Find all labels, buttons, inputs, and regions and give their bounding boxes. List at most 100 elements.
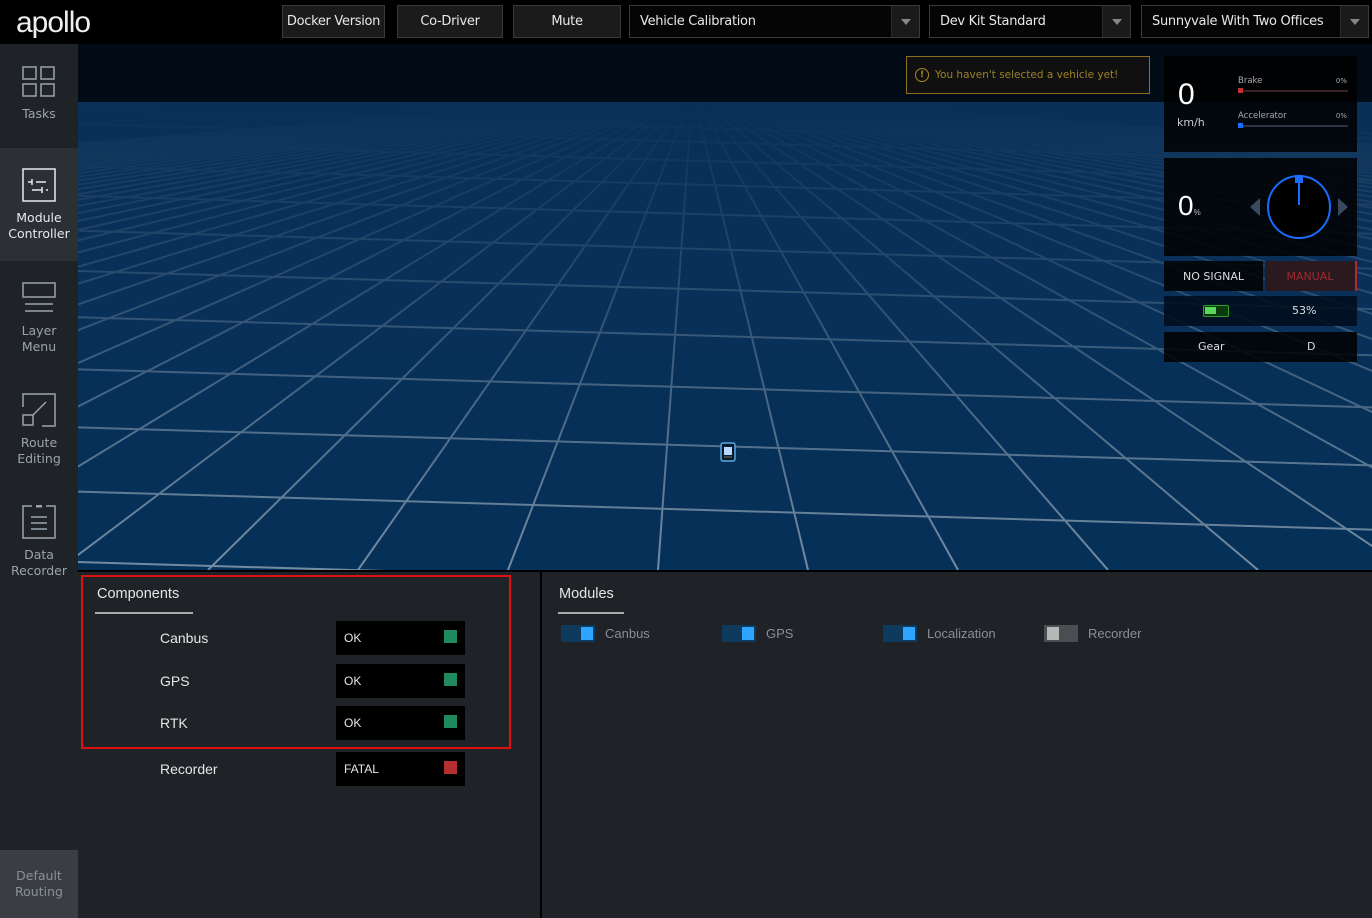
mode-select[interactable]: Vehicle Calibration [629, 5, 920, 38]
brake-percent: 0% [1335, 77, 1347, 85]
status-indicator [444, 673, 457, 686]
docker-version-button[interactable]: Docker Version [282, 5, 385, 38]
component-status: OK [336, 706, 465, 740]
turn-left-icon [1250, 198, 1260, 216]
component-status-text: OK [344, 631, 362, 645]
module-toggle[interactable] [883, 624, 917, 642]
module-label: Canbus [605, 625, 650, 641]
signal-status: NO SIGNAL [1164, 261, 1263, 291]
component-status-text: OK [344, 674, 362, 688]
component-status: OK [336, 621, 465, 655]
default-routing-label: Routing [15, 884, 63, 899]
gear-row: Gear D [1164, 332, 1357, 362]
brake-label: Brake [1238, 76, 1263, 86]
sliders-icon [22, 168, 56, 202]
scene-view[interactable]: ! You haven't selected a vehicle yet! 0 … [78, 44, 1372, 570]
speed-value: 0 [1178, 78, 1195, 111]
apollo-logo: apollo [16, 6, 91, 39]
component-status: FATAL [336, 752, 465, 786]
components-title: Components [97, 586, 180, 602]
steering-unit: % [1193, 208, 1201, 217]
component-name: RTK [160, 715, 188, 731]
status-indicator [444, 761, 457, 774]
steering-panel: 0% [1164, 158, 1357, 256]
status-indicator [444, 715, 457, 728]
component-row: GPS OK [78, 664, 540, 698]
brake-bar [1238, 90, 1348, 92]
co-driver-button[interactable]: Co-Driver [397, 5, 503, 38]
bottom-panels: Components Canbus OK GPS OK RTK OK Recor… [78, 570, 1372, 918]
chevron-down-icon[interactable] [1102, 6, 1130, 37]
accelerator-label: Accelerator [1238, 111, 1287, 121]
map-select[interactable]: Sunnyvale With Two Offices [1141, 5, 1369, 38]
component-row: Canbus OK [78, 621, 540, 655]
chevron-down-icon[interactable] [1340, 6, 1368, 37]
module-label: GPS [766, 625, 794, 641]
component-status-text: FATAL [344, 762, 379, 776]
modules-panel: Modules Canbus GPS Localization Recorder [542, 572, 1372, 918]
gear-value: D [1307, 340, 1316, 353]
drive-mode-status: MANUAL [1265, 261, 1357, 291]
components-underline [95, 612, 193, 614]
sidebar-item-label: Editing [17, 451, 61, 466]
default-routing-button[interactable]: Default Routing [0, 850, 78, 918]
sidebar-item-data-recorder[interactable]: Data Recorder [0, 485, 78, 597]
speed-unit: km/h [1177, 116, 1205, 129]
module-item: Recorder [1044, 624, 1141, 642]
steering-number: 0 [1178, 190, 1194, 221]
sidebar-item-layer-menu[interactable]: Layer Menu [0, 261, 78, 373]
clipboard-icon [22, 504, 56, 539]
accelerator-percent: 0% [1335, 112, 1347, 120]
sidebar-item-module-controller[interactable]: Module Controller [0, 148, 78, 261]
component-status-text: OK [344, 716, 362, 730]
vehicle-select-value: Dev Kit Standard [940, 14, 1046, 29]
warning-icon: ! [915, 68, 929, 82]
gear-label: Gear [1198, 340, 1225, 353]
sidebar-item-tasks[interactable]: Tasks [0, 44, 78, 156]
component-row: Recorder FATAL [78, 752, 540, 786]
battery-percent: 53% [1292, 304, 1317, 317]
top-bar: apollo Docker Version Co-Driver Mute Veh… [0, 0, 1372, 44]
sidebar: Tasks Module Controller Layer Menu Route… [0, 44, 78, 918]
ego-vehicle-icon [720, 442, 736, 462]
chevron-down-icon[interactable] [891, 6, 919, 37]
modules-title: Modules [559, 586, 614, 602]
sidebar-item-label: Controller [8, 226, 70, 241]
component-name: Recorder [160, 761, 218, 777]
modules-underline [558, 612, 624, 614]
layers-icon [22, 281, 56, 315]
component-name: GPS [160, 673, 190, 689]
route-icon [22, 393, 56, 427]
brake-indicator [1238, 88, 1243, 93]
battery-row: 53% [1164, 296, 1357, 326]
sidebar-item-label: Module [16, 210, 62, 225]
status-indicator [444, 630, 457, 643]
component-status: OK [336, 664, 465, 698]
module-toggle[interactable] [561, 624, 595, 642]
grid-icon [22, 64, 56, 98]
sidebar-item-label: Layer [21, 323, 57, 338]
speed-panel: 0 km/h Brake 0% Accelerator 0% [1164, 56, 1357, 152]
sidebar-item-label: Route [20, 435, 58, 450]
module-item: GPS [722, 624, 793, 642]
mute-button[interactable]: Mute [513, 5, 621, 38]
signal-row: NO SIGNAL MANUAL [1164, 261, 1357, 291]
module-toggle[interactable] [1044, 624, 1078, 642]
map-select-value: Sunnyvale With Two Offices [1152, 14, 1324, 29]
default-routing-label: Default [16, 868, 62, 883]
component-row: RTK OK [78, 706, 540, 740]
module-toggle[interactable] [722, 624, 756, 642]
vehicle-warning-banner: ! You haven't selected a vehicle yet! [906, 56, 1150, 94]
components-panel: Components Canbus OK GPS OK RTK OK Recor… [78, 572, 540, 918]
sidebar-item-route-editing[interactable]: Route Editing [0, 373, 78, 485]
sidebar-item-label: Recorder [10, 563, 68, 578]
warning-text: You haven't selected a vehicle yet! [935, 69, 1119, 81]
sidebar-item-label: Data [24, 547, 54, 562]
accelerator-indicator [1238, 123, 1243, 128]
accelerator-bar [1238, 125, 1348, 127]
vehicle-select[interactable]: Dev Kit Standard [929, 5, 1131, 38]
component-name: Canbus [160, 630, 209, 646]
module-label: Localization [927, 625, 996, 641]
module-item: Localization [883, 624, 996, 642]
steering-value: 0% [1178, 190, 1201, 222]
